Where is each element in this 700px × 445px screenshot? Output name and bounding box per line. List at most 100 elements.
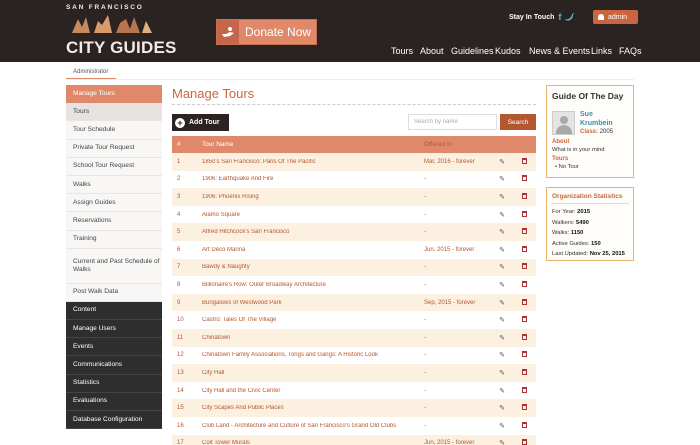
delete-trash-icon[interactable] — [513, 157, 536, 166]
edit-pencil-icon[interactable]: ✎ — [491, 299, 513, 307]
delete-trash-icon[interactable] — [513, 386, 536, 395]
edit-pencil-icon[interactable]: ✎ — [491, 228, 513, 236]
sidebar-section-manage-users[interactable]: Manage Users — [66, 320, 162, 339]
edit-pencil-icon[interactable]: ✎ — [491, 387, 513, 395]
edit-pencil-icon[interactable]: ✎ — [491, 404, 513, 412]
col-header-offered-in[interactable]: Offered In — [424, 141, 491, 148]
sidebar-section-statistics[interactable]: Statistics — [66, 374, 162, 393]
facebook-icon[interactable]: f — [558, 12, 561, 22]
delete-trash-icon[interactable] — [513, 368, 536, 377]
tour-name-link[interactable]: Alfred Hitchcock's San Francisco — [202, 229, 424, 235]
stat-label: For Year: — [552, 209, 576, 215]
search-input[interactable] — [408, 114, 497, 130]
sidebar-item-assign-guides[interactable]: Assign Guides — [66, 194, 162, 213]
tour-name-link[interactable]: Billionaire's Row: Outer Broadway Archit… — [202, 282, 424, 288]
guide-of-the-day-widget: Guide Of The Day Sue Krumbein Class: 200… — [546, 85, 634, 178]
nav-news-events[interactable]: News & Events — [529, 46, 590, 56]
edit-pencil-icon[interactable]: ✎ — [491, 211, 513, 219]
tour-name-link[interactable]: City Scapes And Public Places — [202, 405, 424, 411]
sidebar-item-training[interactable]: Training — [66, 230, 162, 249]
sidebar-section-events[interactable]: Events — [66, 338, 162, 357]
tour-name-link[interactable]: 1850's San Francisco: Paris Of The Pacif… — [202, 159, 424, 165]
sidebar-item-walks[interactable]: Walks — [66, 175, 162, 195]
avatar[interactable] — [552, 111, 575, 135]
sidebar-section-database-configuration[interactable]: Database Configuration — [66, 411, 162, 430]
delete-trash-icon[interactable] — [513, 298, 536, 307]
row-number: 10 — [177, 317, 184, 324]
delete-trash-icon[interactable] — [513, 421, 536, 430]
edit-pencil-icon[interactable]: ✎ — [491, 246, 513, 254]
nav-about[interactable]: About — [420, 46, 444, 56]
tour-name-link[interactable]: Bungalows of Westwood Park — [202, 300, 424, 306]
stay-in-touch: Stay In Touch f — [509, 12, 575, 22]
logo-top-text: SAN FRANCISCO — [66, 4, 144, 11]
delete-trash-icon[interactable] — [513, 439, 536, 445]
nav-links[interactable]: Links — [591, 46, 612, 56]
tour-name-link[interactable]: Bawdy & Naughty — [202, 264, 424, 270]
sidebar-heading-manage-tours[interactable]: Manage Tours — [66, 85, 162, 104]
delete-trash-icon[interactable] — [513, 404, 536, 412]
stat-value: 1150 — [570, 230, 584, 236]
stat-label: Walks: — [552, 230, 570, 236]
tour-name-link[interactable]: City Hall — [202, 370, 424, 376]
nav-faqs[interactable]: FAQs — [619, 46, 642, 56]
tour-name-link[interactable]: 1906: Earthquake And Fire — [202, 176, 424, 182]
edit-pencil-icon[interactable]: ✎ — [491, 158, 513, 166]
sidebar-item-post-walk-data[interactable]: Post Walk Data — [66, 283, 162, 302]
sidebar-section-communications[interactable]: Communications — [66, 356, 162, 375]
add-tour-button[interactable]: + Add Tour — [172, 114, 229, 131]
sidebar-item-reservations[interactable]: Reservations — [66, 212, 162, 231]
nav-kudos[interactable]: Kudos — [495, 46, 521, 56]
edit-pencil-icon[interactable]: ✎ — [491, 351, 513, 359]
edit-pencil-icon[interactable]: ✎ — [491, 422, 513, 430]
edit-pencil-icon[interactable]: ✎ — [491, 175, 513, 183]
tour-name-link[interactable]: Art Deco Marina — [202, 247, 424, 253]
table-row: 10 Castro: Tales Of The Village - ✎ — [172, 311, 536, 329]
offered-in: Sep, 2015 - forever — [424, 299, 476, 306]
delete-trash-icon[interactable] — [513, 333, 536, 342]
sidebar-section-content[interactable]: Content — [66, 301, 162, 321]
stats-widget-title: Organization Statistics — [551, 188, 629, 204]
sidebar-item-tour-schedule[interactable]: Tour Schedule — [66, 121, 162, 140]
delete-trash-icon[interactable] — [513, 192, 536, 201]
tour-name-link[interactable]: Club Land - Architecture and Culture of … — [202, 423, 424, 429]
tour-name-link[interactable]: Chinatown — [202, 335, 424, 341]
tour-name-link[interactable]: Alamo Square — [202, 212, 424, 218]
sidebar-item-school-tour-request[interactable]: School Tour Request — [66, 157, 162, 176]
delete-trash-icon[interactable] — [513, 175, 536, 183]
tour-name-link[interactable]: Castro: Tales Of The Village — [202, 317, 424, 323]
tour-name-link[interactable]: Coit Tower Murals — [202, 440, 424, 445]
nav-guidelines[interactable]: Guidelines — [451, 46, 494, 56]
edit-pencil-icon[interactable]: ✎ — [491, 281, 513, 289]
delete-trash-icon[interactable] — [513, 351, 536, 359]
col-header-tour-name[interactable]: Tour Name — [202, 141, 424, 148]
tour-name-link[interactable]: Chinatown Family Associations, Tongs and… — [202, 352, 424, 358]
edit-pencil-icon[interactable]: ✎ — [491, 263, 513, 271]
edit-pencil-icon[interactable]: ✎ — [491, 334, 513, 342]
twitter-icon[interactable] — [565, 13, 575, 21]
sidebar-item-schedule-of-walks[interactable]: Current and Past Schedule of Walks — [66, 248, 162, 284]
sidebar-item-tours[interactable]: Tours — [66, 103, 162, 122]
delete-trash-icon[interactable] — [513, 263, 536, 271]
sidebar-section-evaluations[interactable]: Evaluations — [66, 392, 162, 411]
delete-trash-icon[interactable] — [513, 280, 536, 289]
nav-tours[interactable]: Tours — [391, 46, 413, 56]
breadcrumb[interactable]: Administrator — [66, 67, 116, 79]
delete-trash-icon[interactable] — [513, 316, 536, 324]
admin-user-button[interactable]: admin — [593, 10, 638, 24]
delete-trash-icon[interactable] — [513, 210, 536, 219]
search-button[interactable]: Search — [500, 114, 536, 130]
delete-trash-icon[interactable] — [513, 245, 536, 254]
tour-name-link[interactable]: City Hall and the Civic Center — [202, 388, 424, 394]
edit-pencil-icon[interactable]: ✎ — [491, 193, 513, 201]
stat-label: Last Updated: — [552, 251, 589, 257]
offered-in: - — [424, 334, 426, 341]
edit-pencil-icon[interactable]: ✎ — [491, 316, 513, 324]
sidebar-item-private-tour-request[interactable]: Private Tour Request — [66, 139, 162, 158]
edit-pencil-icon[interactable]: ✎ — [491, 439, 513, 445]
edit-pencil-icon[interactable]: ✎ — [491, 369, 513, 377]
tour-name-link[interactable]: 1906: Phoenix Rising — [202, 194, 424, 200]
delete-trash-icon[interactable] — [513, 228, 536, 236]
guide-name[interactable]: Sue Krumbein — [580, 111, 613, 128]
donate-button[interactable]: Donate Now — [216, 19, 317, 45]
